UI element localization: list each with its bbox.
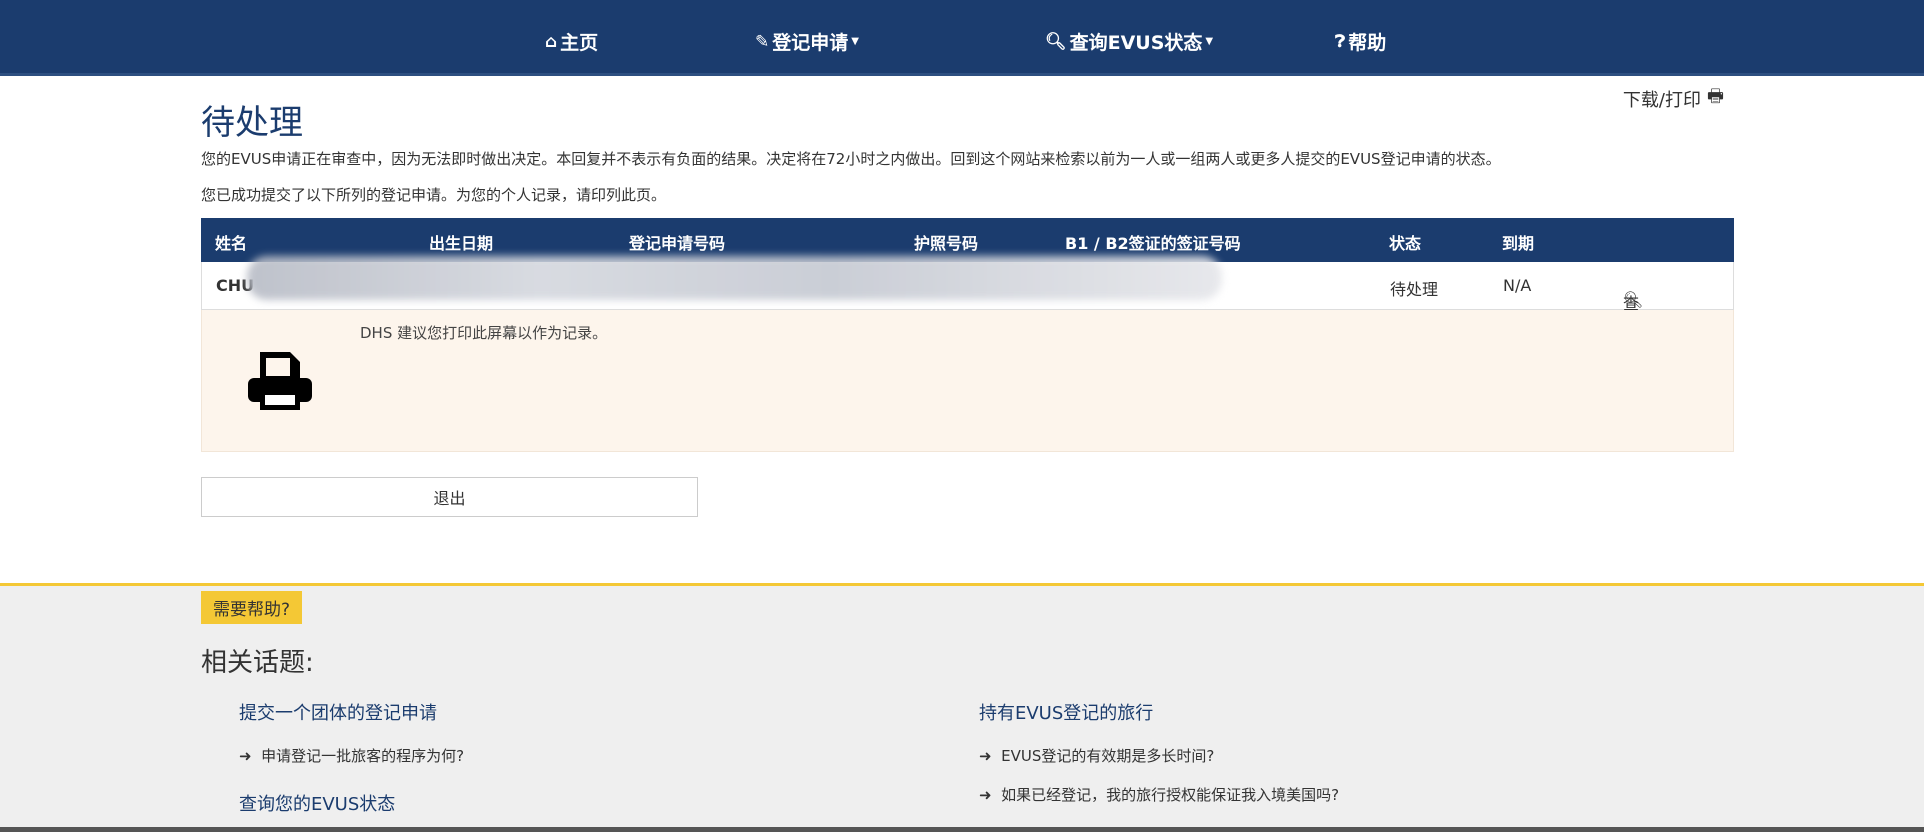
col-application-number: 登记申请号码 (629, 234, 726, 253)
topic-travel-with-evus[interactable]: 持有EVUS登记的旅行 (979, 699, 1153, 725)
related-topics-title: 相关话题: (201, 648, 314, 678)
download-print-link[interactable]: 下载/打印 🖶 (1623, 84, 1724, 114)
print-notice: DHS 建议您打印此屏幕以作为记录。 (201, 310, 1734, 452)
col-passport: 护照号码 (914, 234, 979, 253)
arrow-right-icon: ➜ (979, 786, 992, 804)
search-icon: 🔍︎ (1045, 31, 1067, 52)
nav-help-label: 帮助 (1348, 32, 1387, 54)
help-footer: 需要帮助? 相关话题: 提交一个团体的登记申请 ➜ 申请登记一批旅客的程序为何?… (0, 583, 1924, 827)
redacted-area (247, 256, 1222, 300)
faq-link-label: 申请登记一批旅客的程序为何? (261, 747, 465, 765)
nav-check-status[interactable]: 🔍︎ 查询EVUS状态 ▼ (1045, 28, 1213, 55)
need-help-badge: 需要帮助? (201, 591, 303, 624)
top-nav: ⌂ 主页 ✎ 登记申请 ▼ 🔍︎ 查询EVUS状态 ▼ ❓︎ 帮助 (0, 0, 1924, 76)
nav-home[interactable]: ⌂ 主页 (545, 28, 598, 55)
col-status: 状态 (1389, 234, 1422, 253)
faq-link-label: 如果已经登记，我的旅行授权能保证我入境美国吗? (1001, 786, 1340, 804)
faq-link-label: EVUS登记的有效期是多长时间? (1001, 747, 1215, 765)
pencil-icon: ✎ (755, 31, 770, 52)
exit-button[interactable]: 退出 (201, 477, 698, 517)
expiry-value: N/A (1503, 276, 1532, 295)
table-row: CHU 待处理 N/A 🔍︎ 查看 (201, 256, 1734, 337)
col-name: 姓名 (215, 234, 248, 253)
question-circle-icon: ❓︎ (1335, 31, 1346, 52)
arrow-right-icon: ➜ (239, 747, 252, 765)
caret-down-icon: ▼ (851, 36, 859, 47)
download-print-label: 下载/打印 (1622, 90, 1701, 111)
nav-help[interactable]: ❓︎ 帮助 (1335, 28, 1386, 55)
col-expiry: 到期 (1502, 234, 1535, 253)
faq-link[interactable]: ➜ 申请登记一批旅客的程序为何? (239, 745, 464, 766)
print-icon: 🖶 (1707, 86, 1724, 107)
topic-group-application[interactable]: 提交一个团体的登记申请 (239, 699, 437, 725)
caret-down-icon: ▼ (1205, 36, 1214, 47)
home-icon: ⌂ (545, 31, 558, 52)
printer-icon (248, 352, 312, 410)
nav-check-status-label: 查询EVUS状态 (1069, 32, 1203, 54)
faq-link[interactable]: ➜ 如果已经登记，我的旅行授权能保证我入境美国吗? (979, 784, 1339, 805)
nav-apply[interactable]: ✎ 登记申请 ▼ (755, 28, 859, 55)
col-visa-number: B1 / B2签证的签证号码 (1065, 234, 1241, 253)
topic-check-status[interactable]: 查询您的EVUS状态 (239, 790, 395, 816)
nav-apply-label: 登记申请 (772, 32, 849, 54)
col-dob: 出生日期 (429, 234, 494, 253)
status-description: 您的EVUS申请正在审查中，因为无法即时做出决定。本回复并不表示有负面的结果。决… (201, 150, 1501, 168)
page-title: 待处理 (201, 103, 303, 143)
bottom-edge (0, 827, 1924, 832)
notice-text: DHS 建议您打印此屏幕以作为记录。 (360, 324, 608, 342)
arrow-right-icon: ➜ (979, 747, 992, 765)
status-value: 待处理 (1390, 280, 1439, 299)
faq-link[interactable]: ➜ EVUS登记的有效期是多长时间? (979, 745, 1214, 766)
nav-home-label: 主页 (560, 32, 599, 54)
submission-confirmation: 您已成功提交了以下所列的登记申请。为您的个人记录，请印列此页。 (201, 186, 667, 204)
applications-table: 姓名 出生日期 登记申请号码 护照号码 B1 / B2签证的签证号码 状态 到期… (201, 218, 1734, 452)
